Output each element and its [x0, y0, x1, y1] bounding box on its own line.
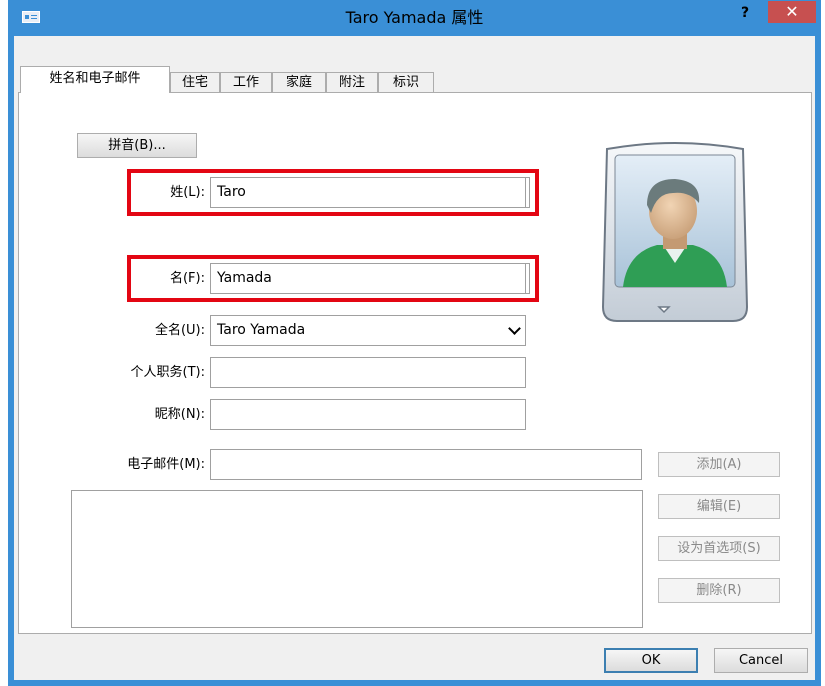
given-name-field-edge [525, 264, 529, 293]
given-name-label: 名(F): [169, 271, 205, 286]
email-address-list[interactable] [71, 490, 643, 628]
nickname-label: 昵称(N): [154, 407, 205, 422]
full-name-label: 全名(U): [154, 323, 205, 338]
tab-notes[interactable]: 附注 [326, 72, 378, 92]
nickname-field[interactable] [210, 399, 526, 430]
set-preferred-button[interactable]: 设为首选项(S) [658, 536, 780, 561]
close-button[interactable]: ✕ [768, 1, 816, 23]
full-name-combobox[interactable]: Taro Yamada [210, 315, 526, 346]
job-title-field[interactable] [210, 357, 526, 388]
delete-email-button[interactable]: 删除(R) [658, 578, 780, 603]
surname-value: Taro [217, 184, 246, 200]
tab-family[interactable]: 家庭 [272, 72, 326, 92]
help-button[interactable]: ? [732, 2, 758, 26]
edit-email-button[interactable]: 编辑(E) [658, 494, 780, 519]
tab-name-email[interactable]: 姓名和电子邮件 [20, 66, 170, 93]
tab-home[interactable]: 住宅 [170, 72, 220, 92]
name-email-panel: 拼音(B)... 姓(L): Taro 名(F): Yamada 全名(U): … [18, 92, 812, 634]
window-title: Taro Yamada 属性 [345, 8, 484, 27]
title-bar[interactable]: Taro Yamada 属性 ? ✕ [8, 0, 821, 36]
given-name-field[interactable]: Yamada [210, 263, 530, 294]
surname-field-edge [525, 178, 529, 207]
full-name-value: Taro Yamada [217, 322, 306, 338]
pinyin-button[interactable]: 拼音(B)... [77, 133, 197, 158]
ok-button[interactable]: OK [604, 648, 698, 673]
given-name-value: Yamada [217, 270, 272, 286]
job-title-label: 个人职务(T): [130, 365, 205, 380]
chevron-down-icon[interactable] [508, 322, 521, 335]
tab-ids[interactable]: 标识 [378, 72, 434, 92]
contact-picture[interactable] [597, 135, 753, 335]
tab-work[interactable]: 工作 [220, 72, 272, 92]
dialog-body: 姓名和电子邮件 住宅 工作 家庭 附注 标识 拼音(B)... 姓(L): Ta… [14, 36, 815, 680]
properties-dialog: Taro Yamada 属性 ? ✕ 姓名和电子邮件 住宅 工作 家庭 附注 标… [8, 0, 821, 686]
surname-label: 姓(L): [170, 185, 205, 200]
cancel-button[interactable]: Cancel [714, 648, 808, 673]
surname-field[interactable]: Taro [210, 177, 530, 208]
email-label: 电子邮件(M): [127, 457, 205, 472]
add-email-button[interactable]: 添加(A) [658, 452, 780, 477]
email-input[interactable] [210, 449, 642, 480]
